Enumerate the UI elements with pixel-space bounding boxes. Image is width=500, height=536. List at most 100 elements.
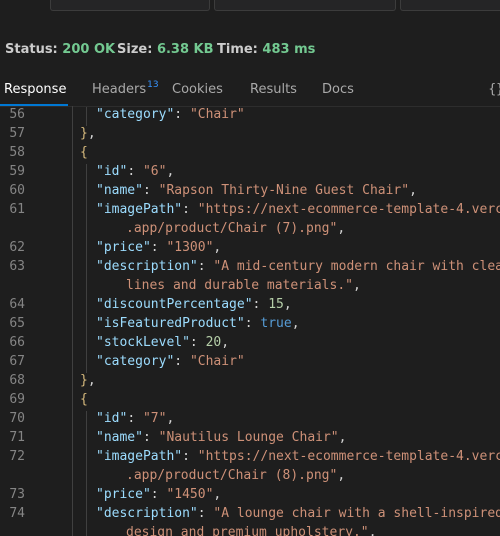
line-number: 69: [9, 392, 25, 407]
top-toolbar-remnant: [0, 0, 500, 12]
code-text: "isFeaturedProduct": true,: [96, 316, 300, 331]
code-line: 65 "isFeaturedProduct": true,: [0, 316, 500, 335]
top-input-field-3[interactable]: [400, 0, 500, 11]
line-number: 60: [9, 183, 25, 198]
code-line: 59 "id": "6",: [0, 164, 500, 183]
code-text: "stockLevel": 20,: [96, 335, 230, 350]
line-number: 72: [9, 449, 25, 464]
top-input-field[interactable]: [50, 0, 210, 11]
line-number: 63: [9, 259, 25, 274]
code-line: 57},: [0, 126, 500, 145]
code-text: "id": "6",: [96, 164, 175, 179]
code-line: .app/product/Chair (7).png",: [0, 221, 500, 240]
code-line: 64 "discountPercentage": 15,: [0, 297, 500, 316]
status-stat: Status: 200 OK: [5, 42, 116, 57]
code-line: 63 "description": "A mid-century modern c…: [0, 259, 500, 278]
json-response-editor[interactable]: 56 "category": "Chair" 57}, 58{59 "id": "6",…: [0, 106, 500, 536]
indent-guide: [86, 202, 87, 221]
code-line: 68},: [0, 373, 500, 392]
code-text: "category": "Chair": [96, 107, 245, 122]
line-number: 62: [9, 240, 25, 255]
code-line: 74 "description": "A lounge chair with a …: [0, 506, 500, 525]
code-line: 69 {: [0, 392, 500, 411]
code-line: 61 "imagePath": "https://next-ecommerce-t…: [0, 202, 500, 221]
line-number: 66: [9, 335, 25, 350]
line-number: 64: [9, 297, 25, 312]
indent-guide: [86, 335, 87, 354]
code-text: "id": "7",: [96, 411, 175, 426]
tab-docs[interactable]: Docs: [322, 82, 354, 97]
indent-guide: [86, 259, 87, 278]
indent-guide: [86, 221, 87, 240]
code-text: "category": "Chair": [96, 354, 245, 369]
line-number: 61: [9, 202, 25, 217]
code-text: "description": "A mid-century modern cha…: [96, 259, 500, 274]
code-text: "discountPercentage": 15,: [96, 297, 292, 312]
braces-icon[interactable]: {}: [488, 82, 500, 97]
indent-guide: [86, 487, 87, 506]
code-line: 58 {: [0, 145, 500, 164]
indent-guide: [86, 107, 87, 126]
code-text: "name": "Rapson Thirty-Nine Guest Chair"…: [96, 183, 417, 198]
time-stat: Time: 483 ms: [217, 42, 316, 57]
code-text: "name": "Nautilus Lounge Chair",: [96, 430, 347, 445]
code-text: .app/product/Chair (8).png",: [126, 468, 346, 483]
code-line: 66 "stockLevel": 20,: [0, 335, 500, 354]
code-text: "price": "1300",: [96, 240, 222, 255]
line-number: 74: [9, 506, 25, 521]
top-input-field-2[interactable]: [214, 0, 396, 11]
headers-count-badge: 13: [147, 80, 159, 90]
code-text: "description": "A lounge chair with a sh…: [96, 506, 500, 521]
code-text: "imagePath": "https://next-ecommerce-tem…: [96, 449, 500, 464]
size-value: 6.38 KB: [156, 42, 214, 57]
code-line: design and premium upholstery.",: [0, 525, 500, 536]
indent-guide: [86, 316, 87, 335]
code-line: 71 "name": "Nautilus Lounge Chair",: [0, 430, 500, 449]
tab-results[interactable]: Results: [250, 82, 297, 97]
line-number: 65: [9, 316, 25, 331]
size-stat: Size: 6.38 KB: [117, 42, 214, 57]
line-number: 67: [9, 354, 25, 369]
line-number: 71: [9, 430, 25, 445]
code-text: {: [80, 145, 88, 160]
response-tabs: Response Headers13 Cookies Results Docs: [0, 78, 500, 107]
code-line: .app/product/Chair (8).png",: [0, 468, 500, 487]
code-text: "imagePath": "https://next-ecommerce-tem…: [96, 202, 500, 217]
tab-headers[interactable]: Headers13: [92, 80, 159, 97]
indent-guide: [86, 525, 87, 536]
code-line: 56 "category": "Chair": [0, 107, 500, 126]
indent-guide: [86, 430, 87, 449]
code-line: 60 "name": "Rapson Thirty-Nine Guest Chai…: [0, 183, 500, 202]
code-line: 73 "price": "1450",: [0, 487, 500, 506]
indent-guide: [86, 468, 87, 487]
status-value: 200 OK: [62, 42, 116, 57]
code-line: lines and durable materials.",: [0, 278, 500, 297]
tab-response[interactable]: Response: [4, 82, 66, 97]
line-number: 57: [9, 126, 25, 141]
indent-guide: [86, 183, 87, 202]
indent-guide: [86, 278, 87, 297]
line-number: 58: [9, 145, 25, 160]
line-number: 68: [9, 373, 25, 388]
code-line: 67 "category": "Chair": [0, 354, 500, 373]
code-line: 62 "price": "1300",: [0, 240, 500, 259]
indent-guide: [86, 506, 87, 525]
indent-guide: [86, 164, 87, 183]
indent-guide: [86, 297, 87, 316]
indent-guide: [86, 354, 87, 373]
code-text: lines and durable materials.",: [126, 278, 361, 293]
indent-guide: [86, 411, 87, 430]
tab-cookies[interactable]: Cookies: [172, 82, 223, 97]
line-number: 70: [9, 411, 25, 426]
line-number: 59: [9, 164, 25, 179]
indent-guide: [86, 449, 87, 468]
code-text: "price": "1450",: [96, 487, 222, 502]
line-number: 56: [9, 107, 25, 122]
code-line: 70 "id": "7",: [0, 411, 500, 430]
code-line: 72 "imagePath": "https://next-ecommerce-t…: [0, 449, 500, 468]
code-text: },: [80, 126, 96, 141]
code-text: design and premium upholstery.",: [126, 525, 377, 536]
code-text: .app/product/Chair (7).png",: [126, 221, 346, 236]
code-text: {: [80, 392, 88, 407]
code-text: },: [80, 373, 96, 388]
